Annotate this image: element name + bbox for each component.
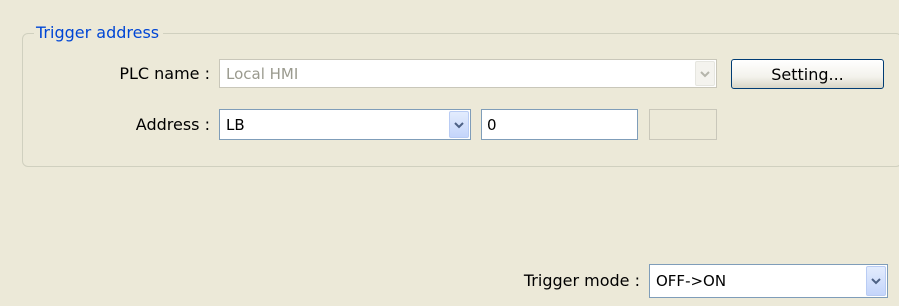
plc-name-select[interactable]: Local HMI	[219, 59, 717, 88]
address-label: Address :	[135, 115, 210, 134]
plc-name-dropdown-button[interactable]	[695, 61, 715, 86]
plc-name-label: PLC name :	[119, 64, 210, 83]
chevron-down-icon	[454, 121, 464, 128]
address-extra-field	[649, 109, 717, 140]
device-type-dropdown-button[interactable]	[449, 111, 469, 138]
chevron-down-icon	[700, 70, 710, 77]
trigger-mode-value: OFF->ON	[656, 272, 727, 290]
trigger-address-title: Trigger address	[34, 22, 164, 44]
device-type-select[interactable]: LB	[219, 109, 471, 140]
chevron-down-icon	[871, 278, 881, 285]
setting-button[interactable]: Setting...	[731, 59, 884, 89]
trigger-address-group	[22, 33, 899, 167]
device-type-value: LB	[226, 115, 245, 134]
trigger-mode-label: Trigger mode :	[523, 271, 640, 290]
address-value-input[interactable]: 0	[481, 109, 638, 140]
plc-name-value: Local HMI	[226, 64, 299, 83]
trigger-mode-select[interactable]: OFF->ON	[649, 264, 888, 298]
trigger-mode-dropdown-button[interactable]	[866, 266, 886, 296]
